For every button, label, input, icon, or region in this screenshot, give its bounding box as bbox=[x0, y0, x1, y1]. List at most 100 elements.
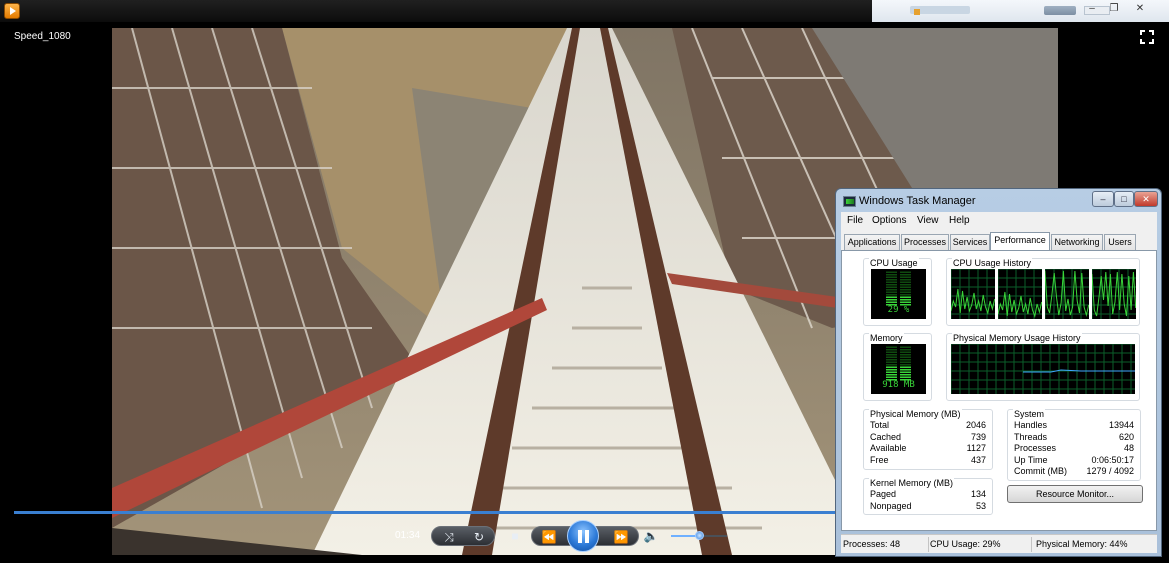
tab-networking[interactable]: Networking bbox=[1051, 234, 1103, 250]
shuffle-repeat-group: ⤨ ↻ bbox=[431, 526, 495, 546]
kernel-memory-group: Kernel Memory (MB) Paged 134 Nonpaged 53 bbox=[863, 478, 993, 515]
rewind-icon[interactable]: ⏪ bbox=[538, 527, 560, 547]
speaker-icon[interactable]: 🔈 bbox=[643, 526, 659, 546]
cpu-history-group: CPU Usage History bbox=[946, 258, 1140, 326]
window-title: Windows Task Manager bbox=[859, 195, 976, 207]
memory-value: 918 MB bbox=[882, 380, 915, 390]
cpu-core-graph bbox=[997, 268, 1043, 319]
volume-knob[interactable] bbox=[695, 531, 704, 540]
memory-label: Memory bbox=[869, 333, 904, 343]
cpu-usage-meter: 29 % bbox=[871, 269, 926, 319]
cpu-core-graph bbox=[1091, 268, 1137, 319]
status-memory: Physical Memory: 44% bbox=[1036, 539, 1128, 549]
elapsed-time: 01:34 bbox=[395, 530, 421, 541]
repeat-icon[interactable]: ↻ bbox=[472, 527, 486, 547]
memory-history-plot bbox=[950, 343, 1135, 394]
pause-icon-bar bbox=[585, 530, 589, 543]
cpu-history-label: CPU Usage History bbox=[952, 258, 1033, 268]
stat-label: Free bbox=[870, 455, 889, 465]
memory-meter-bars bbox=[886, 346, 911, 381]
fast-forward-icon[interactable]: ⏩ bbox=[610, 527, 632, 547]
tab-strip: Applications Processes Services Performa… bbox=[841, 230, 1157, 251]
video-title: Speed_1080 bbox=[14, 31, 71, 42]
fullscreen-icon[interactable] bbox=[1139, 29, 1155, 45]
stat-value: 13944 bbox=[1108, 420, 1134, 430]
stat-label: Paged bbox=[870, 489, 897, 499]
stop-icon[interactable]: ■ bbox=[507, 526, 523, 546]
cpu-core-graph bbox=[950, 268, 996, 319]
stat-label: Available bbox=[870, 443, 907, 453]
cpu-core-graph-plot bbox=[997, 268, 1043, 319]
minimize-icon[interactable]: – bbox=[1092, 191, 1114, 207]
stat-value: 1127 bbox=[966, 443, 986, 453]
favorites-star-icon bbox=[914, 9, 920, 15]
shuffle-icon[interactable]: ⤨ bbox=[442, 527, 456, 547]
status-cpu: CPU Usage: 29% bbox=[930, 539, 1001, 549]
menu-help[interactable]: Help bbox=[949, 215, 970, 226]
cpu-usage-value: 29 % bbox=[887, 305, 910, 315]
stat-value: 48 bbox=[1123, 443, 1134, 453]
background-browser-window[interactable]: – ❐ ✕ bbox=[872, 0, 1169, 22]
memory-history-group: Physical Memory Usage History bbox=[946, 333, 1140, 401]
system-group: System Handles 13944 Threads 620 Process… bbox=[1007, 409, 1141, 481]
tab-services[interactable]: Services bbox=[950, 234, 990, 250]
stat-value: 53 bbox=[975, 501, 986, 511]
seek-bar-progress bbox=[14, 511, 836, 514]
memory-meter: 918 MB bbox=[871, 344, 926, 394]
menu-bar: File Options View Help bbox=[841, 212, 1157, 230]
cpu-core-graph-plot bbox=[950, 268, 996, 319]
physical-memory-group: Physical Memory (MB) Total 2046 Cached 7… bbox=[863, 409, 993, 470]
stat-label: Up Time bbox=[1014, 455, 1048, 465]
tab-users[interactable]: Users bbox=[1104, 234, 1136, 250]
maximize-icon[interactable]: □ bbox=[1114, 191, 1134, 207]
restore-icon[interactable]: ❐ bbox=[1102, 1, 1126, 17]
media-player-app-icon bbox=[4, 3, 20, 19]
stat-value: 1279 / 4092 bbox=[1086, 466, 1134, 476]
status-divider bbox=[928, 537, 929, 552]
stat-label: Nonpaged bbox=[870, 501, 912, 511]
memory-history-label: Physical Memory Usage History bbox=[952, 333, 1082, 343]
stat-value: 739 bbox=[970, 432, 986, 442]
tab-applications[interactable]: Applications bbox=[844, 234, 900, 250]
memory-history-graph bbox=[950, 343, 1135, 394]
cpu-meter-bars bbox=[886, 271, 911, 306]
physical-memory-label: Physical Memory (MB) bbox=[869, 409, 962, 419]
close-icon[interactable]: ✕ bbox=[1128, 1, 1152, 17]
stat-value: 0:06:50:17 bbox=[1091, 455, 1134, 465]
stat-label: Total bbox=[870, 420, 890, 430]
tab-processes[interactable]: Processes bbox=[901, 234, 949, 250]
stat-value: 2046 bbox=[965, 420, 986, 430]
task-manager-window: Windows Task Manager – □ ✕ File Options … bbox=[835, 188, 1162, 557]
menu-file[interactable]: File bbox=[847, 215, 863, 226]
tab-performance[interactable]: Performance bbox=[990, 232, 1050, 251]
task-manager-app-icon bbox=[843, 196, 856, 207]
stat-label: Handles bbox=[1014, 420, 1048, 430]
resource-monitor-button[interactable]: Resource Monitor... bbox=[1007, 485, 1143, 503]
status-divider bbox=[1031, 537, 1032, 552]
player-titlebar[interactable]: – ❐ ✕ bbox=[0, 0, 1169, 22]
cpu-core-graph-plot bbox=[1091, 268, 1137, 319]
volume-slider[interactable] bbox=[671, 531, 727, 540]
memory-group: Memory 918 MB bbox=[863, 333, 932, 401]
cpu-usage-group: CPU Usage 29 % bbox=[863, 258, 932, 326]
pause-icon bbox=[578, 530, 582, 543]
menu-view[interactable]: View bbox=[917, 215, 939, 226]
play-pause-button[interactable] bbox=[567, 520, 599, 552]
browser-toolbar-icon bbox=[1044, 6, 1076, 15]
cpu-usage-label: CPU Usage bbox=[869, 258, 919, 268]
stat-label: Processes bbox=[1014, 443, 1057, 453]
status-processes: Processes: 48 bbox=[843, 539, 901, 549]
menu-options[interactable]: Options bbox=[872, 215, 906, 226]
stat-label: Threads bbox=[1014, 432, 1048, 442]
system-label: System bbox=[1013, 409, 1046, 419]
stat-label: Commit (MB) bbox=[1014, 466, 1067, 476]
minimize-icon[interactable]: – bbox=[1080, 1, 1104, 17]
stat-value: 134 bbox=[970, 489, 986, 499]
close-icon[interactable]: ✕ bbox=[1134, 191, 1158, 207]
stat-label: Cached bbox=[870, 432, 902, 442]
cpu-core-graph-plot bbox=[1044, 268, 1090, 319]
stat-value: 437 bbox=[970, 455, 986, 465]
status-bar: Processes: 48 CPU Usage: 29% Physical Me… bbox=[841, 534, 1157, 553]
cpu-core-graph bbox=[1044, 268, 1090, 319]
kernel-memory-label: Kernel Memory (MB) bbox=[869, 478, 955, 488]
